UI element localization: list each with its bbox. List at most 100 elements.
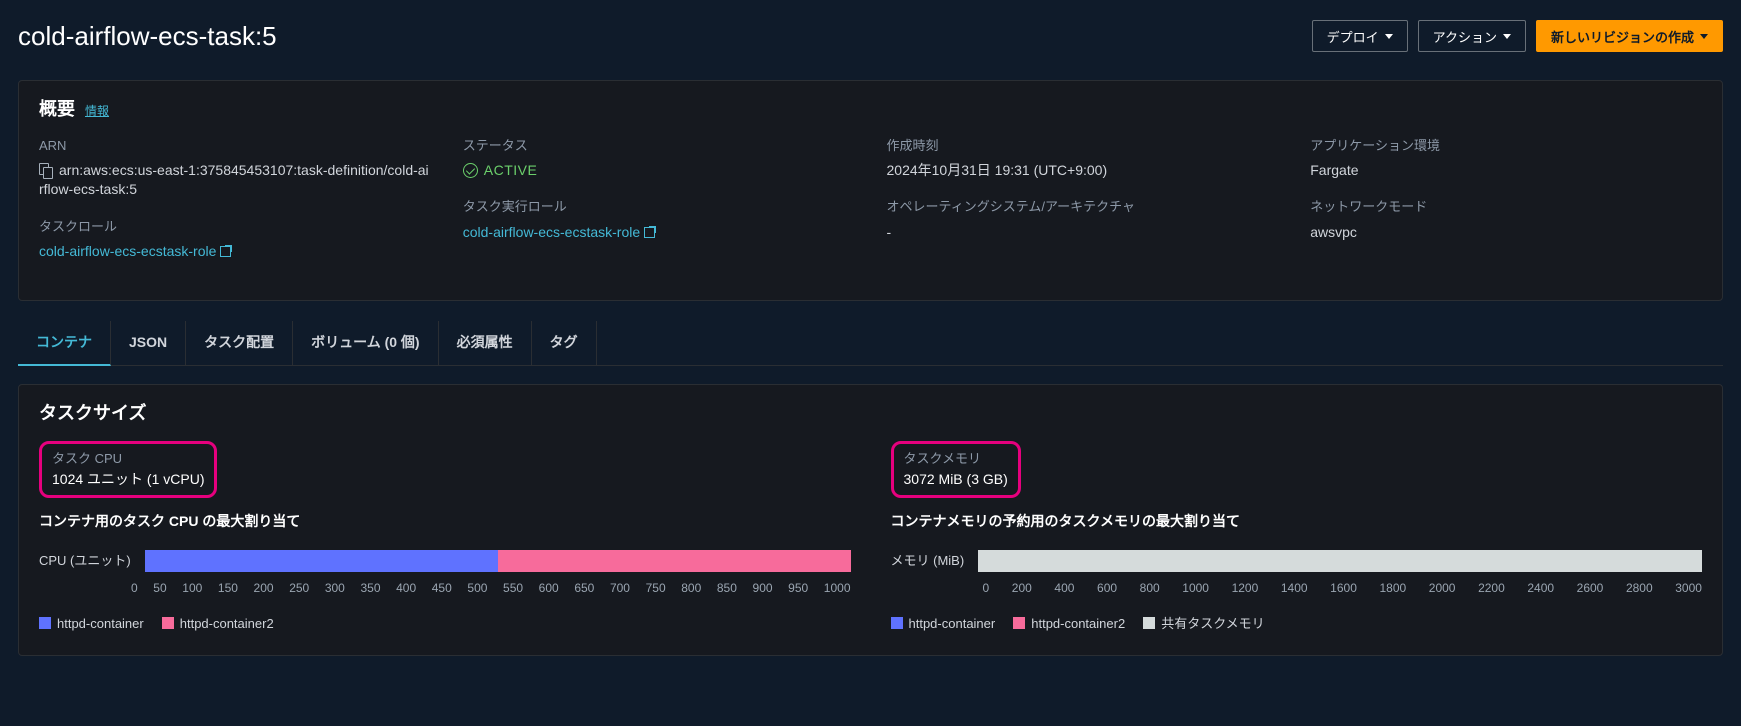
tab-tags[interactable]: タグ bbox=[532, 321, 597, 366]
legend-text: httpd-container2 bbox=[180, 616, 274, 631]
tick-label: 2400 bbox=[1527, 580, 1554, 597]
tick-label: 150 bbox=[218, 580, 238, 597]
tab-volumes[interactable]: ボリューム (0 個) bbox=[293, 321, 438, 366]
task-memory-highlight: タスクメモリ 3072 MiB (3 GB) bbox=[891, 441, 1021, 499]
legend-swatch-pink bbox=[162, 617, 174, 629]
legend-item: 共有タスクメモリ bbox=[1143, 615, 1264, 633]
tick-label: 200 bbox=[1012, 580, 1032, 597]
status-label: ステータス bbox=[463, 137, 855, 155]
exec-role-text: cold-airflow-ecs-ecstask-role bbox=[463, 224, 640, 240]
tick-label: 2800 bbox=[1626, 580, 1653, 597]
legend-text: 共有タスクメモリ bbox=[1161, 616, 1264, 631]
tick-label: 400 bbox=[396, 580, 416, 597]
bar-segment bbox=[145, 550, 498, 572]
create-revision-button[interactable]: 新しいリビジョンの作成 bbox=[1536, 20, 1723, 52]
task-memory-column: タスクメモリ 3072 MiB (3 GB) コンテナメモリの予約用のタスクメモ… bbox=[891, 441, 1703, 633]
status-value: ACTIVE bbox=[463, 161, 855, 181]
bar-segment bbox=[498, 550, 851, 572]
arn-value: arn:aws:ecs:us-east-1:375845453107:task-… bbox=[39, 161, 431, 200]
check-circle-icon bbox=[463, 163, 478, 178]
legend-swatch-blue bbox=[891, 617, 903, 629]
tick-label: 1000 bbox=[1182, 580, 1209, 597]
task-cpu-label: タスク CPU bbox=[52, 450, 204, 468]
tick-label: 1800 bbox=[1379, 580, 1406, 597]
tick-label: 500 bbox=[467, 580, 487, 597]
tick-label: 900 bbox=[753, 580, 773, 597]
tick-label: 600 bbox=[539, 580, 559, 597]
legend-text: httpd-container bbox=[57, 616, 144, 631]
info-link[interactable]: 情報 bbox=[85, 103, 109, 120]
tick-label: 350 bbox=[360, 580, 380, 597]
created-label: 作成時刻 bbox=[887, 137, 1279, 155]
tick-label: 800 bbox=[1140, 580, 1160, 597]
deploy-dropdown[interactable]: デプロイ bbox=[1312, 20, 1408, 52]
network-mode-label: ネットワークモード bbox=[1310, 198, 1702, 216]
task-role-link[interactable]: cold-airflow-ecs-ecstask-role bbox=[39, 243, 231, 259]
tick-label: 750 bbox=[646, 580, 666, 597]
tick-label: 850 bbox=[717, 580, 737, 597]
task-role-label: タスクロール bbox=[39, 218, 431, 236]
external-link-icon bbox=[220, 246, 231, 257]
task-cpu-column: タスク CPU 1024 ユニット (1 vCPU) コンテナ用のタスク CPU… bbox=[39, 441, 851, 633]
external-link-icon bbox=[644, 227, 655, 238]
status-text: ACTIVE bbox=[484, 161, 538, 181]
tick-label: 600 bbox=[1097, 580, 1117, 597]
mem-bar bbox=[978, 550, 1702, 572]
chevron-down-icon bbox=[1700, 34, 1708, 39]
cpu-bar-row: CPU (ユニット) bbox=[39, 550, 851, 572]
page-title: cold-airflow-ecs-task:5 bbox=[18, 18, 277, 54]
tick-label: 450 bbox=[432, 580, 452, 597]
tick-label: 250 bbox=[289, 580, 309, 597]
tick-label: 3000 bbox=[1675, 580, 1702, 597]
mem-legend: httpd-container httpd-container2 共有タスクメモ… bbox=[891, 615, 1703, 633]
actions-label: アクション bbox=[1433, 27, 1497, 46]
mem-alloc-label: コンテナメモリの予約用のタスクメモリの最大割り当て bbox=[891, 512, 1703, 532]
tick-label: 950 bbox=[788, 580, 808, 597]
legend-swatch-pink bbox=[1013, 617, 1025, 629]
legend-item: httpd-container bbox=[39, 615, 144, 633]
tick-label: 1600 bbox=[1330, 580, 1357, 597]
create-revision-label: 新しいリビジョンの作成 bbox=[1551, 27, 1694, 46]
exec-role-label: タスク実行ロール bbox=[463, 198, 855, 216]
tab-placement[interactable]: タスク配置 bbox=[186, 321, 293, 366]
mem-bar-row: メモリ (MiB) bbox=[891, 550, 1703, 572]
created-value: 2024年10月31日 19:31 (UTC+9:00) bbox=[887, 161, 1279, 181]
tick-label: 100 bbox=[182, 580, 202, 597]
tick-label: 2200 bbox=[1478, 580, 1505, 597]
arn-text: arn:aws:ecs:us-east-1:375845453107:task-… bbox=[39, 162, 429, 198]
chevron-down-icon bbox=[1385, 34, 1393, 39]
tick-label: 2000 bbox=[1429, 580, 1456, 597]
cpu-axis-label: CPU (ユニット) bbox=[39, 552, 131, 570]
task-memory-label: タスクメモリ bbox=[904, 450, 1008, 468]
tick-label: 50 bbox=[153, 580, 166, 597]
task-size-title: タスクサイズ bbox=[39, 401, 146, 426]
tick-label: 550 bbox=[503, 580, 523, 597]
task-cpu-highlight: タスク CPU 1024 ユニット (1 vCPU) bbox=[39, 441, 217, 499]
overview-panel: 概要 情報 ARN arn:aws:ecs:us-east-1:37584545… bbox=[18, 80, 1723, 300]
cpu-ticks: 0501001502002503003504004505005506006507… bbox=[131, 580, 851, 597]
exec-role-link[interactable]: cold-airflow-ecs-ecstask-role bbox=[463, 224, 655, 240]
tick-label: 700 bbox=[610, 580, 630, 597]
deploy-label: デプロイ bbox=[1327, 27, 1379, 46]
tick-label: 650 bbox=[574, 580, 594, 597]
task-memory-value: 3072 MiB (3 GB) bbox=[904, 470, 1008, 490]
legend-item: httpd-container2 bbox=[162, 615, 274, 633]
tab-json[interactable]: JSON bbox=[111, 321, 186, 366]
overview-title: 概要 bbox=[39, 97, 75, 122]
mem-axis-label: メモリ (MiB) bbox=[891, 552, 965, 570]
tick-label: 1200 bbox=[1232, 580, 1259, 597]
legend-swatch-gray bbox=[1143, 617, 1155, 629]
os-arch-label: オペレーティングシステム/アーキテクチャ bbox=[887, 198, 1279, 216]
app-env-label: アプリケーション環境 bbox=[1310, 137, 1702, 155]
task-size-panel: タスクサイズ タスク CPU 1024 ユニット (1 vCPU) コンテナ用の… bbox=[18, 384, 1723, 656]
task-cpu-value: 1024 ユニット (1 vCPU) bbox=[52, 470, 204, 490]
tick-label: 0 bbox=[131, 580, 138, 597]
legend-swatch-blue bbox=[39, 617, 51, 629]
actions-dropdown[interactable]: アクション bbox=[1418, 20, 1526, 52]
cpu-bar bbox=[145, 550, 851, 572]
tab-required-attributes[interactable]: 必須属性 bbox=[439, 321, 532, 366]
cpu-alloc-label: コンテナ用のタスク CPU の最大割り当て bbox=[39, 512, 851, 532]
tick-label: 2600 bbox=[1577, 580, 1604, 597]
tab-container[interactable]: コンテナ bbox=[18, 321, 111, 367]
copy-icon[interactable] bbox=[39, 163, 53, 177]
